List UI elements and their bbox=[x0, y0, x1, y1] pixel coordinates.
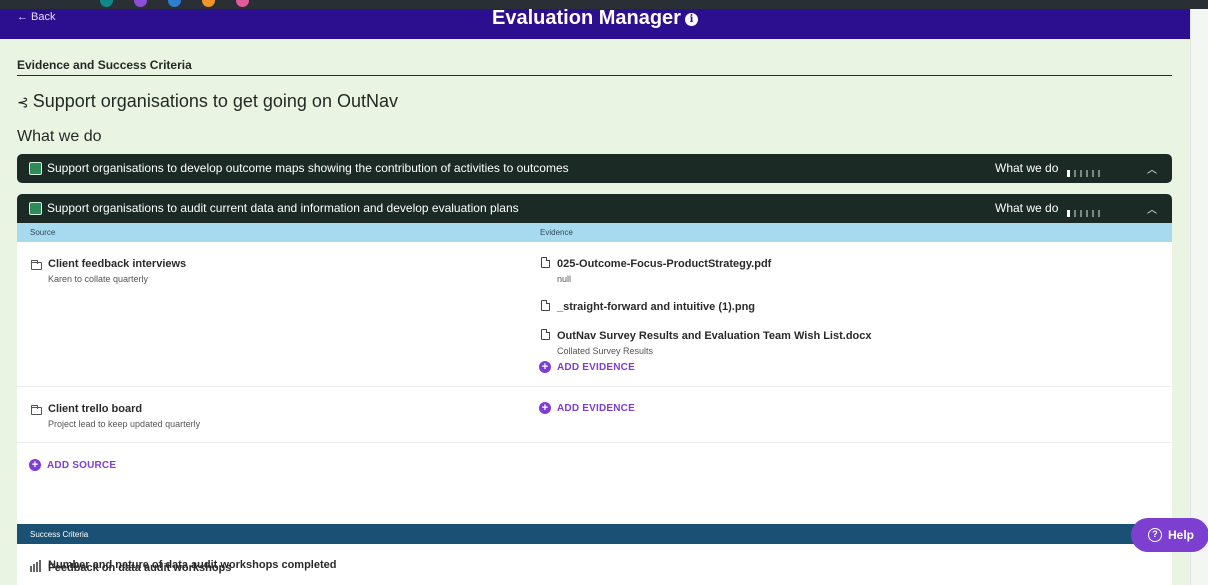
activity-checkbox[interactable] bbox=[29, 162, 42, 175]
app-dot-icon bbox=[134, 0, 147, 7]
add-icon[interactable]: + bbox=[539, 361, 551, 373]
folder-icon bbox=[31, 260, 42, 270]
column-header: Source Evidence bbox=[17, 223, 1172, 242]
activity-checkbox[interactable] bbox=[29, 202, 42, 215]
add-evidence-button[interactable]: ADD EVIDENCE bbox=[557, 403, 635, 414]
page-title: Evaluation Manager i bbox=[0, 7, 1190, 29]
outcome-title-text: Support organisations to get going on Ou… bbox=[32, 91, 398, 111]
activity-label: Support organisations to develop outcome… bbox=[47, 161, 569, 175]
evidence-name[interactable]: 025-Outcome-Focus-ProductStrategy.pdf bbox=[557, 258, 771, 270]
add-source-button[interactable]: ADD SOURCE bbox=[47, 460, 116, 471]
app-header: ← Back Evaluation Manager i bbox=[0, 7, 1190, 39]
evidence-note: null bbox=[557, 274, 572, 284]
source-column-header: Source bbox=[30, 228, 56, 237]
app-dot-icon bbox=[168, 0, 181, 7]
activity-label: Support organisations to audit current d… bbox=[47, 201, 519, 215]
page-title-text: Evaluation Manager bbox=[492, 7, 681, 29]
success-criterion[interactable]: Feedback on data audit workshops bbox=[48, 562, 231, 574]
help-button[interactable]: ? Help bbox=[1131, 518, 1208, 552]
add-evidence-button[interactable]: ADD EVIDENCE bbox=[557, 362, 635, 373]
row-divider bbox=[17, 386, 1172, 387]
chevron-up-icon[interactable]: ︿ bbox=[1147, 201, 1157, 216]
chevron-up-icon[interactable]: ︿ bbox=[1147, 161, 1157, 176]
success-criteria-heading: Success Criteria bbox=[30, 530, 89, 539]
outcome-link-icon: ⊰ bbox=[17, 94, 29, 110]
progress-indicator bbox=[1067, 204, 1104, 217]
activity-status-label: What we do bbox=[995, 161, 1059, 175]
file-icon bbox=[541, 300, 550, 311]
source-note: Project lead to keep updated quarterly bbox=[48, 419, 201, 429]
source-name[interactable]: Client feedback interviews bbox=[48, 258, 186, 270]
row-divider bbox=[17, 442, 1172, 443]
section-label: Evidence and Success Criteria bbox=[17, 58, 192, 72]
info-icon[interactable]: i bbox=[684, 13, 698, 26]
window-edge bbox=[1190, 9, 1208, 585]
app-dot-icon bbox=[202, 0, 215, 7]
main-content: Evidence and Success Criteria ⊰ Support o… bbox=[0, 39, 1190, 585]
help-label: Help bbox=[1168, 528, 1195, 542]
what-we-do-heading: What we do bbox=[17, 128, 102, 145]
evidence-name[interactable]: _straight-forward and intuitive (1).png bbox=[557, 301, 755, 313]
source-name[interactable]: Client trello board bbox=[48, 403, 142, 415]
file-icon bbox=[541, 329, 550, 340]
app-dot-icon bbox=[236, 0, 249, 7]
question-icon: ? bbox=[1148, 528, 1162, 542]
folder-icon bbox=[31, 405, 42, 415]
evidence-name[interactable]: OutNav Survey Results and Evaluation Tea… bbox=[557, 330, 872, 342]
progress-indicator bbox=[1067, 164, 1104, 177]
activity-detail-panel: Source Evidence Client feedback intervie… bbox=[17, 223, 1172, 585]
success-criteria-header: Success Criteria bbox=[17, 524, 1172, 544]
app-dot-icon bbox=[100, 0, 113, 7]
file-icon bbox=[541, 257, 550, 268]
bar-chart-icon bbox=[30, 563, 41, 572]
add-icon[interactable]: + bbox=[29, 459, 41, 471]
activity-row[interactable]: Support organisations to develop outcome… bbox=[17, 154, 1172, 183]
outcome-title: ⊰ Support organisations to get going on O… bbox=[17, 91, 398, 112]
evidence-note: Collated Survey Results bbox=[557, 346, 654, 356]
section-divider bbox=[17, 75, 1172, 76]
source-note: Karen to collate quarterly bbox=[48, 274, 149, 284]
evidence-column-header: Evidence bbox=[540, 228, 573, 237]
activity-status-label: What we do bbox=[995, 201, 1059, 215]
activity-row[interactable]: Support organisations to audit current d… bbox=[17, 194, 1172, 223]
add-icon[interactable]: + bbox=[539, 402, 551, 414]
